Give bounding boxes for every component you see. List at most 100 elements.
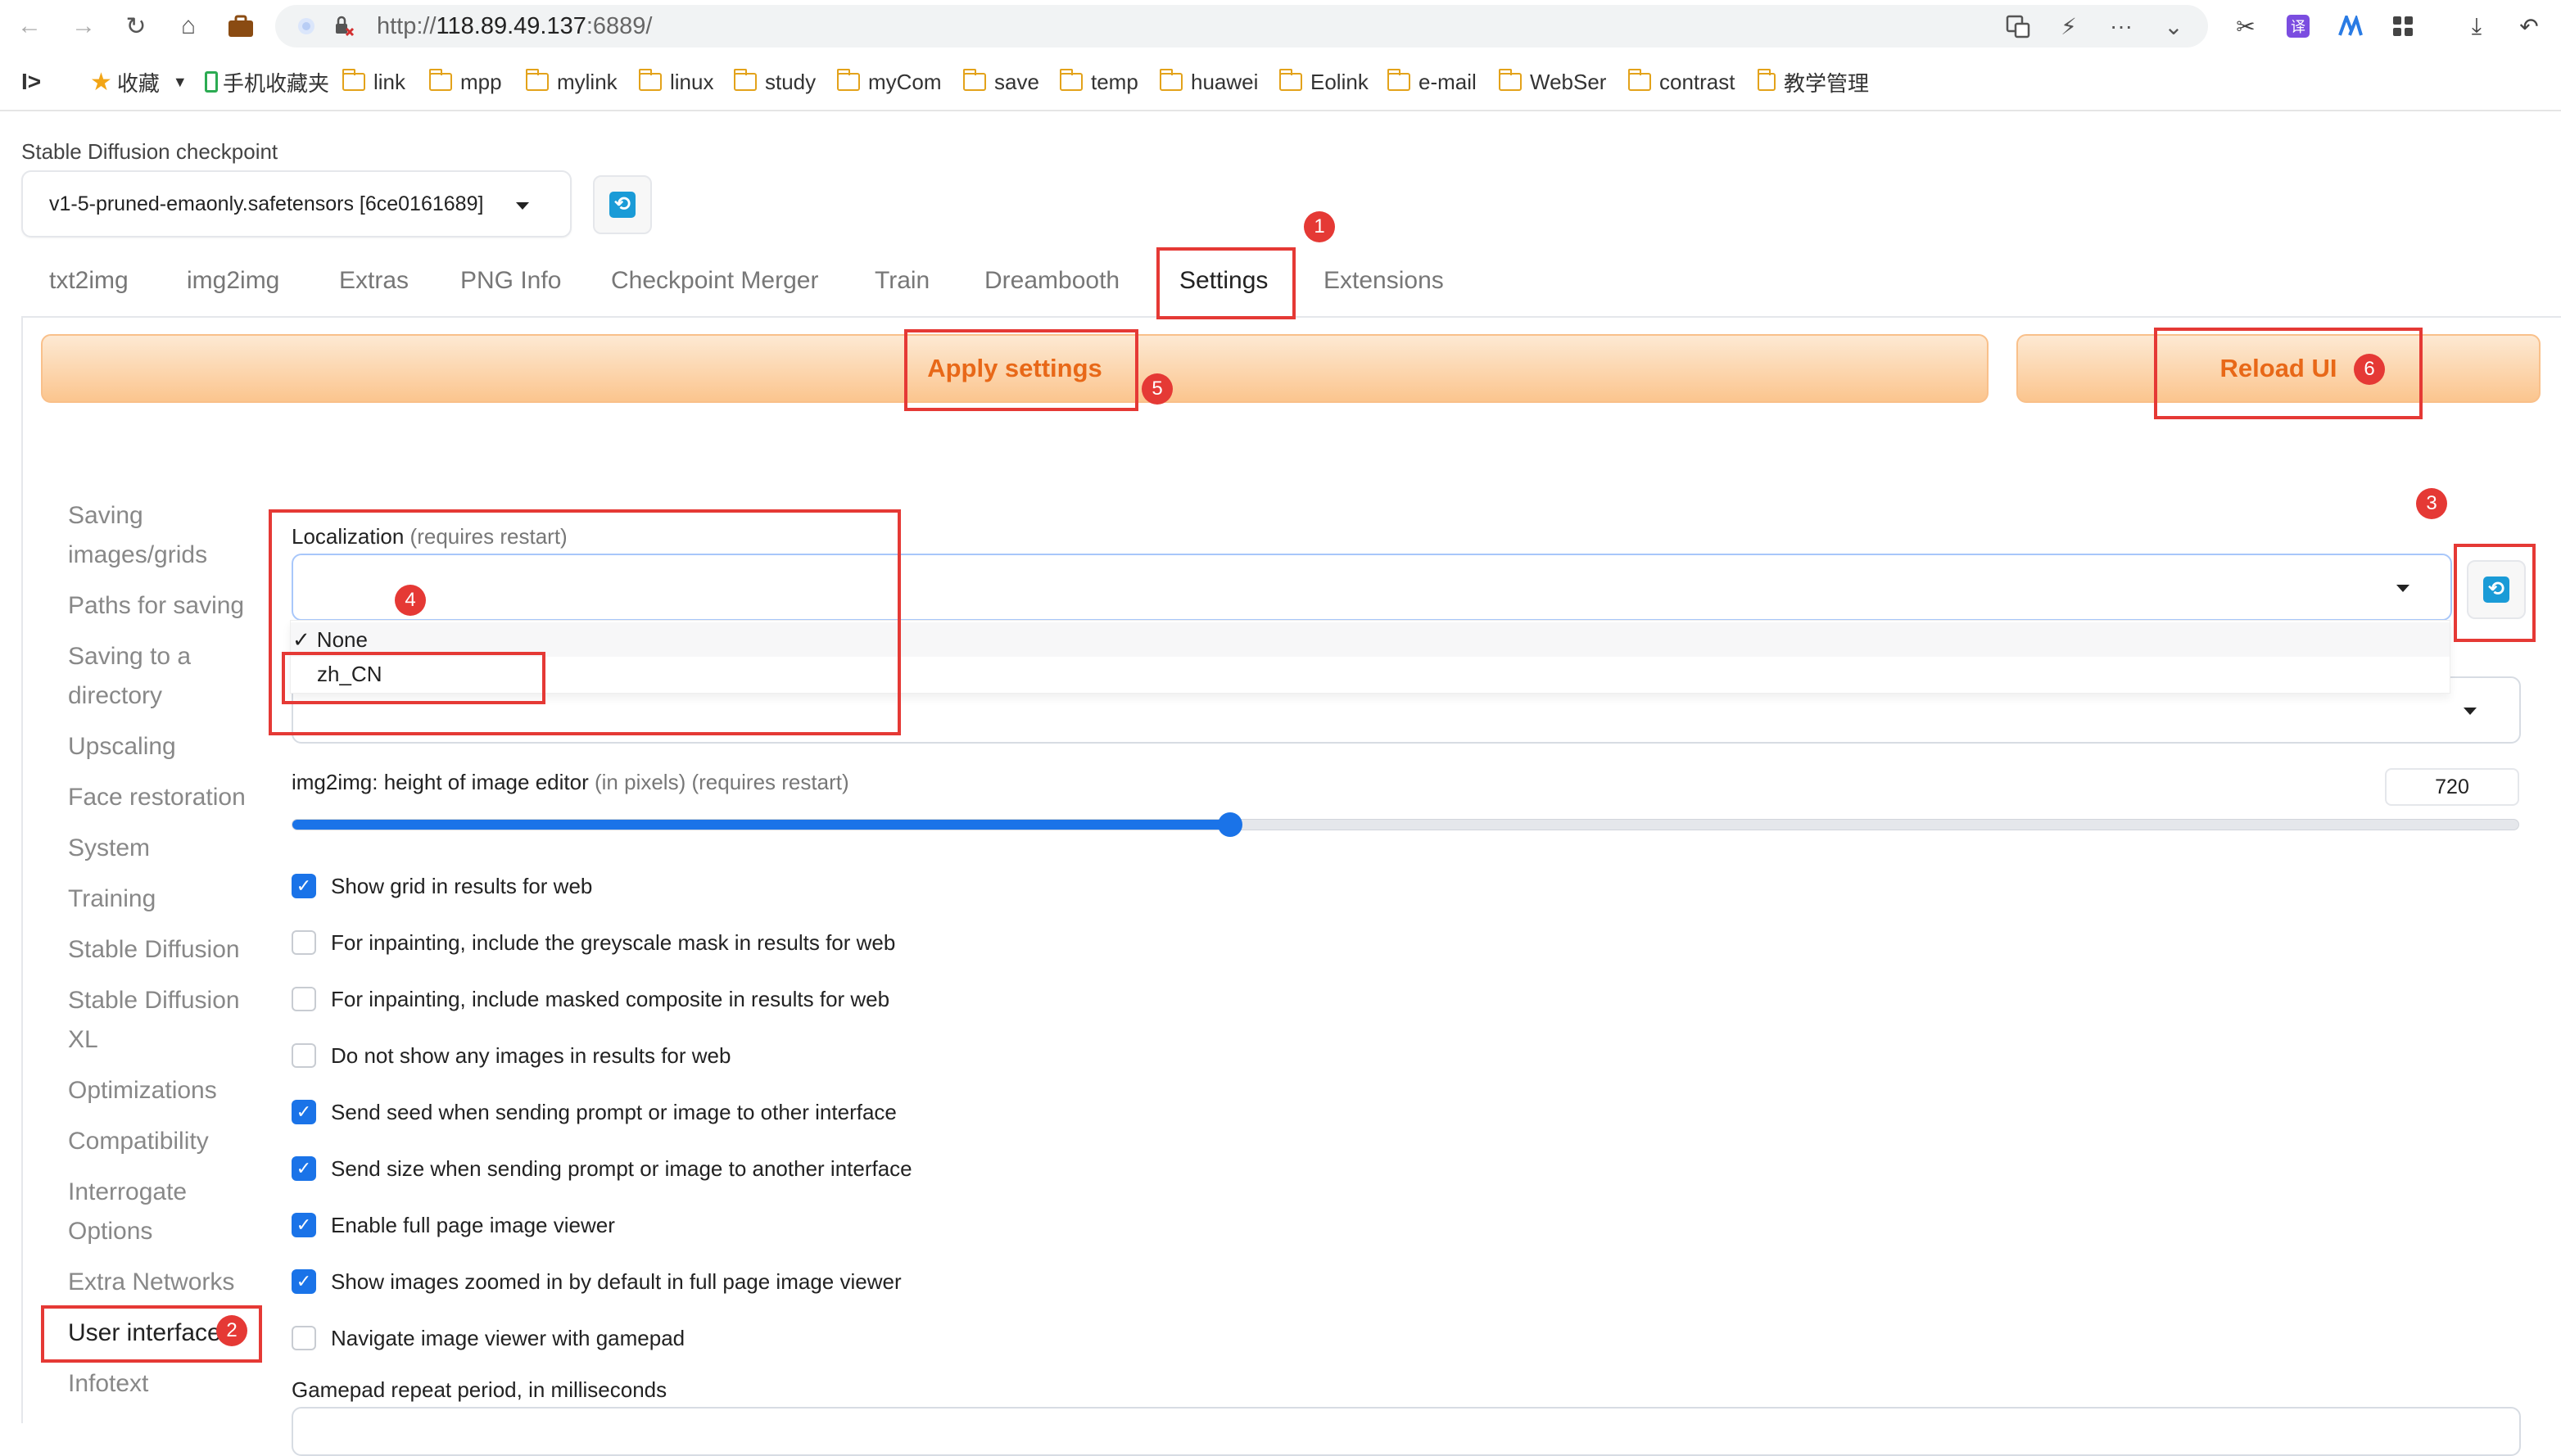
lightning-icon[interactable]: ⚡ (2054, 11, 2084, 41)
bookmark-folder[interactable]: Eolink (1278, 69, 1369, 95)
sidebar-item-saving-images[interactable]: Saving images/grids (68, 496, 224, 575)
download-icon[interactable]: ⤓ (2462, 11, 2491, 41)
annotation-box-refresh (2454, 544, 2536, 642)
sidebar-item-extra-networks[interactable]: Extra Networks (68, 1263, 234, 1302)
grid-icon[interactable] (2388, 11, 2418, 41)
reload-icon[interactable]: ↻ (121, 11, 151, 41)
gamepad-label: Gamepad repeat period, in milliseconds (292, 1377, 667, 1402)
sidebar-item-saving-directory[interactable]: Saving to a directory (68, 637, 215, 716)
tab-extensions[interactable]: Extensions (1323, 267, 1444, 295)
bookmark-folder[interactable]: mylink (525, 69, 618, 95)
shield-icon (292, 11, 321, 41)
sidebar-item-paths[interactable]: Paths for saving (68, 586, 244, 626)
sidebar-toggle-icon[interactable]: I> (21, 69, 41, 95)
bookmark-favorites[interactable]: ★ 收藏 ▼ (90, 69, 188, 96)
checkpoint-label: Stable Diffusion checkpoint (21, 139, 278, 164)
checkbox[interactable] (292, 930, 316, 955)
undo-icon[interactable]: ↶ (2514, 11, 2544, 41)
bookmark-folder[interactable]: myCom (837, 69, 943, 95)
checkbox-row[interactable]: For inpainting, include masked composite… (292, 984, 889, 1014)
sidebar-item-upscaling[interactable]: Upscaling (68, 727, 176, 766)
img2img-height-input[interactable]: 720 (2385, 768, 2519, 806)
sidebar-item-compatibility[interactable]: Compatibility (68, 1122, 209, 1161)
checkbox-row[interactable]: ✓ Show grid in results for web (292, 871, 592, 901)
translate-icon[interactable] (2003, 11, 2033, 41)
tab-png-info[interactable]: PNG Info (460, 267, 561, 295)
bookmark-folder[interactable]: e-mail (1387, 69, 1477, 95)
checkbox-label: Send seed when sending prompt or image t… (331, 1099, 897, 1124)
bookmark-folder[interactable]: study (733, 69, 816, 95)
sidebar-item-face-restoration[interactable]: Face restoration (68, 778, 246, 817)
checkbox[interactable]: ✓ (292, 874, 316, 898)
checkbox-row[interactable]: Navigate image viewer with gamepad (292, 1323, 685, 1353)
briefcase-icon[interactable] (226, 11, 256, 41)
bookmark-folder[interactable]: save (962, 69, 1039, 95)
annotation-box-zh-cn (282, 652, 545, 704)
bookmark-folder[interactable]: mpp (428, 69, 502, 95)
checkbox[interactable]: ✓ (292, 1156, 316, 1181)
app-icon[interactable] (2336, 11, 2365, 41)
sidebar-item-stable-diffusion[interactable]: Stable Diffusion (68, 930, 240, 970)
checkbox-row[interactable]: ✓ Send size when sending prompt or image … (292, 1154, 912, 1183)
sidebar-item-system[interactable]: System (68, 829, 150, 868)
address-bar[interactable]: http://118.89.49.137:6889/ ⚡ ··· ⌄ (275, 5, 2208, 47)
annotation-box-settings (1156, 247, 1296, 319)
checkbox-label: Send size when sending prompt or image t… (331, 1155, 912, 1181)
home-icon[interactable]: ⌂ (174, 11, 203, 41)
checkbox-row[interactable]: Do not show any images in results for we… (292, 1041, 731, 1070)
translate-app-icon[interactable]: 译 (2283, 11, 2313, 41)
sidebar-item-sdxl[interactable]: Stable Diffusion XL (68, 981, 256, 1060)
folder-icon (428, 69, 452, 91)
checkbox-label: Show grid in results for web (331, 873, 593, 898)
sidebar-item-infotext[interactable]: Infotext (68, 1364, 148, 1404)
checkbox-row[interactable]: ✓ Send seed when sending prompt or image … (292, 1097, 897, 1127)
sidebar-item-optimizations[interactable]: Optimizations (68, 1071, 217, 1110)
checkpoint-select[interactable]: v1-5-pruned-emaonly.safetensors [6ce0161… (21, 170, 572, 237)
annotation-badge: 5 (1142, 373, 1173, 405)
sidebar-item-interrogate[interactable]: Interrogate Options (68, 1173, 224, 1251)
tab-txt2img[interactable]: txt2img (49, 267, 129, 295)
bookmark-folder[interactable]: huawei (1159, 69, 1258, 95)
checkbox[interactable]: ✓ (292, 1269, 316, 1294)
folder-icon (733, 69, 757, 91)
scissors-icon[interactable]: ✂ (2231, 11, 2260, 41)
checkbox-label: For inpainting, include masked composite… (331, 986, 890, 1011)
checkbox[interactable] (292, 987, 316, 1011)
forward-icon[interactable]: → (69, 11, 98, 41)
tab-checkpoint-merger[interactable]: Checkpoint Merger (611, 267, 818, 295)
chevron-down-icon[interactable]: ⌄ (2159, 11, 2188, 41)
security-warning-icon[interactable] (329, 11, 359, 41)
checkbox-row[interactable]: ✓ Show images zoomed in by default in ful… (292, 1267, 902, 1296)
checkbox-row[interactable]: For inpainting, include the greyscale ma… (292, 928, 895, 957)
tab-extras[interactable]: Extras (339, 267, 409, 295)
folder-icon (1059, 69, 1083, 91)
checkbox[interactable]: ✓ (292, 1100, 316, 1124)
checkbox[interactable]: ✓ (292, 1213, 316, 1237)
chevron-down-icon (516, 202, 529, 210)
annotation-badge: 3 (2416, 488, 2447, 519)
checkbox[interactable] (292, 1043, 316, 1068)
url-text[interactable]: http://118.89.49.137:6889/ (377, 13, 653, 40)
checkbox-row[interactable]: ✓ Enable full page image viewer (292, 1210, 615, 1240)
folder-icon (1278, 69, 1302, 91)
tab-dreambooth[interactable]: Dreambooth (984, 267, 1120, 295)
bookmark-folder[interactable]: link (342, 69, 405, 95)
sidebar-item-training[interactable]: Training (68, 879, 156, 919)
bookmark-folder[interactable]: temp (1059, 69, 1138, 95)
back-icon[interactable]: ← (15, 11, 44, 41)
gamepad-input[interactable] (292, 1407, 2521, 1456)
folder-icon (342, 69, 365, 91)
tab-train[interactable]: Train (875, 267, 930, 295)
more-icon[interactable]: ··· (2106, 11, 2136, 41)
bookmark-folder[interactable]: 教学管理 (1758, 69, 1869, 95)
img2img-height-slider[interactable] (292, 812, 2519, 837)
bookmark-mobile[interactable]: 手机收藏夹 (205, 69, 329, 96)
checkpoint-refresh-button[interactable]: ⟲ (593, 175, 652, 234)
bookmark-folder[interactable]: WebSer (1499, 69, 1612, 95)
slider-thumb[interactable] (1218, 812, 1242, 837)
tab-img2img[interactable]: img2img (187, 267, 279, 295)
bookmark-folder[interactable]: contrast (1627, 69, 1735, 95)
checkbox[interactable] (292, 1326, 316, 1350)
bookmark-folder[interactable]: linux (638, 69, 713, 95)
slider-fill (292, 820, 1230, 830)
